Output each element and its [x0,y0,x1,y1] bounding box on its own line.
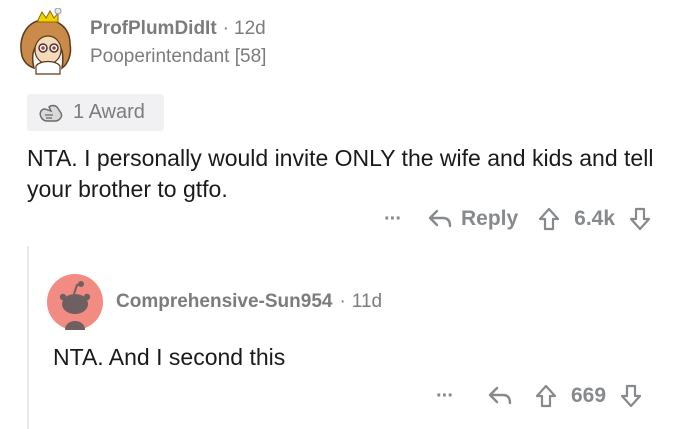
username-link[interactable]: ProfPlumDidIt [90,18,217,39]
comment-header: ProfPlumDidIt · 12d [90,18,266,40]
downvote-icon[interactable] [629,207,651,231]
reply-button[interactable]: Reply [461,207,518,231]
vote-score: 6.4k [574,207,616,230]
reply-more-options-button[interactable]: ··· [436,385,454,408]
separator-dot: · [339,291,346,312]
reply-arrow-icon[interactable] [427,208,453,230]
thread-line[interactable] [27,246,29,429]
reply-action-bar: ··· 669 [436,384,642,408]
award-count-label: 1 Award [73,101,145,123]
upvote-icon[interactable] [535,384,557,408]
upvote-icon[interactable] [538,207,560,231]
reply-vote-score: 669 [570,384,607,407]
comment-age[interactable]: 12d [234,18,266,39]
comment-action-bar: ··· Reply 6.4k [384,207,651,231]
award-icon [37,101,65,125]
avatar-snoo-icon[interactable] [47,274,103,330]
reply-username-link[interactable]: Comprehensive-Sun954 [116,291,332,312]
reply-arrow-icon[interactable] [487,385,513,407]
reply-comment-body: NTA. And I second this [53,344,286,370]
reply-comment-header: Comprehensive-Sun954 · 11d [116,291,382,313]
comment-body: NTA. I personally would invite ONLY the … [27,145,654,202]
reply-comment-age[interactable]: 11d [352,291,382,312]
avatar-cartoon-icon[interactable] [12,7,80,76]
downvote-icon[interactable] [620,384,642,408]
more-options-button[interactable]: ··· [384,208,402,231]
separator-dot: · [222,18,229,39]
award-badge[interactable]: 1 Award [27,94,164,131]
user-flair: Pooperintendant [58] [90,46,267,67]
